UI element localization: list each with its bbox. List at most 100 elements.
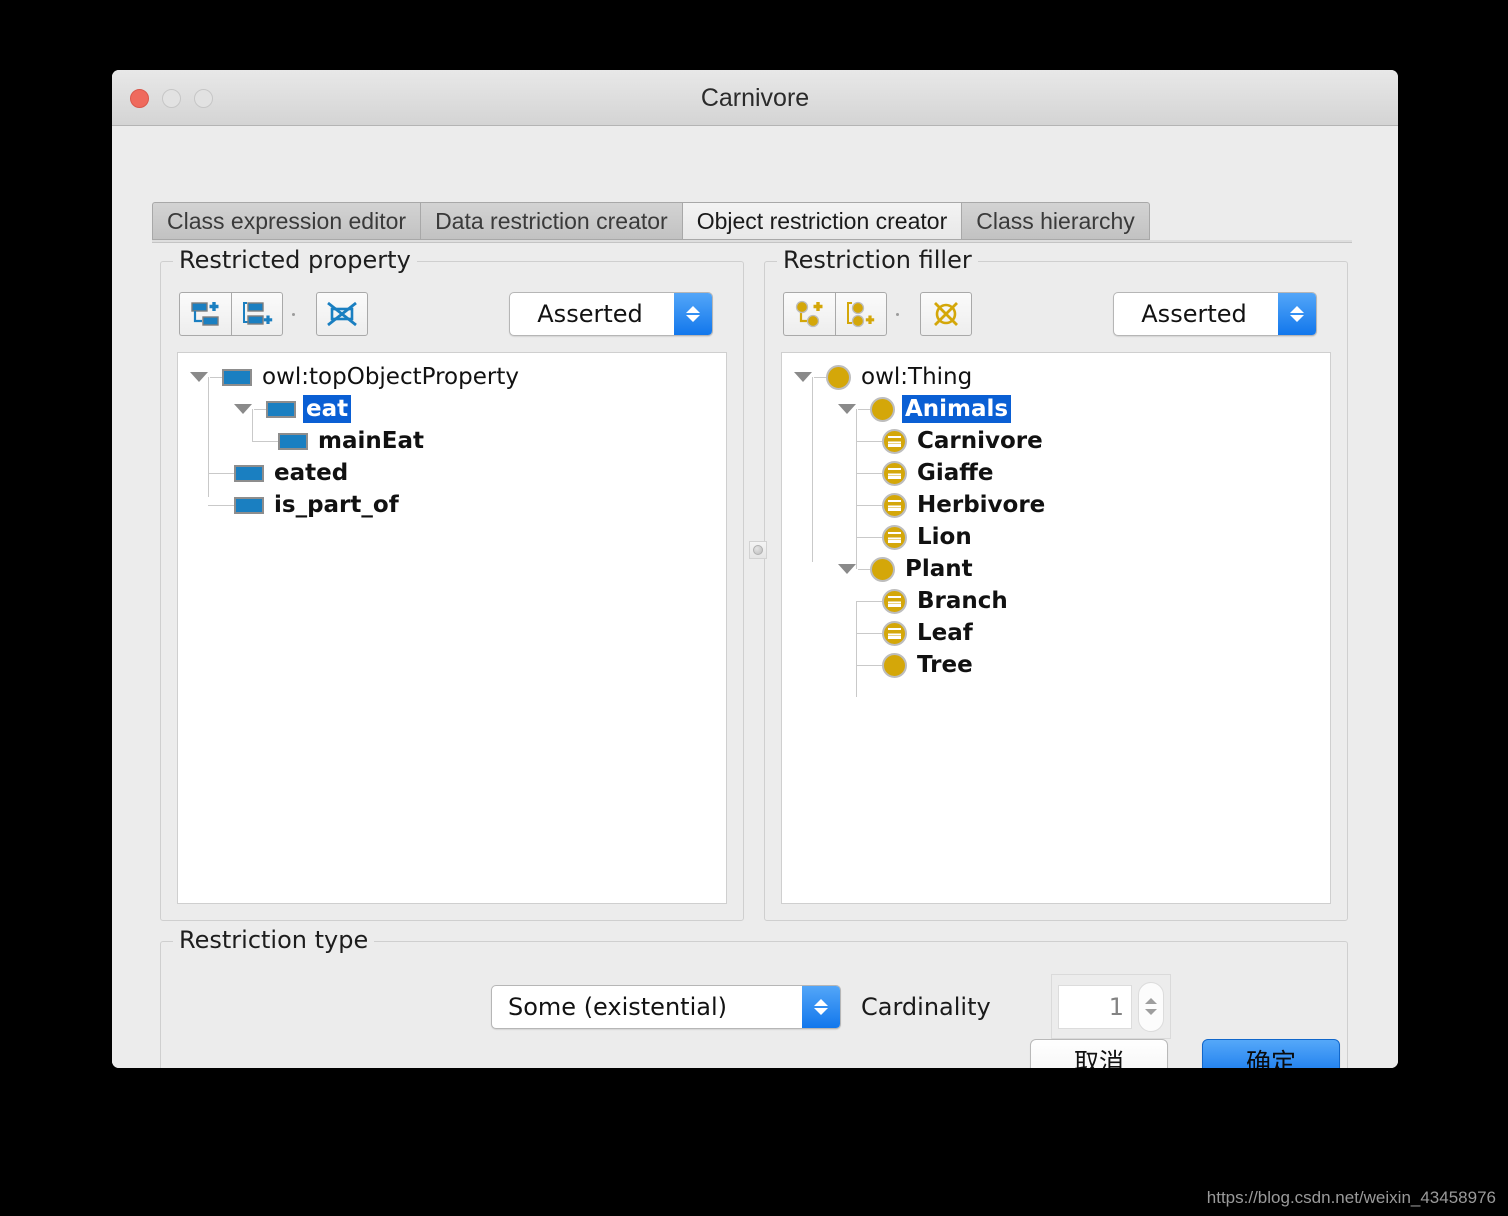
restriction-type-group: Restriction type Some (existential) Card…	[160, 926, 1348, 1068]
tree-item-owl-topobjectproperty[interactable]: owl:topObjectProperty	[178, 361, 726, 393]
object-property-icon	[222, 368, 252, 386]
tab-class-expression-editor[interactable]: Class expression editor	[152, 202, 421, 240]
cancel-button-label: 取消	[1073, 1048, 1124, 1068]
dialog-content: Class expression editor Data restriction…	[112, 126, 1398, 1068]
expand-triangle-icon[interactable]	[838, 404, 856, 414]
tab-data-restriction-creator[interactable]: Data restriction creator	[420, 202, 682, 240]
tree-item-owl-thing[interactable]: owl:Thing	[782, 361, 1330, 393]
add-sibling-property-icon	[243, 302, 273, 325]
tree-item-branch[interactable]: Branch	[782, 585, 1330, 617]
restriction-type-value: Some (existential)	[508, 993, 727, 1021]
tree-item-label: is_part_of	[274, 492, 399, 518]
tab-label: Class hierarchy	[976, 207, 1135, 234]
restricted-property-group: Restricted property Asserted owl:topObje…	[160, 246, 744, 921]
tab-bar: Class expression editor Data restriction…	[152, 202, 1352, 243]
tree-item-label: Branch	[917, 588, 1008, 614]
tree-item-maineat[interactable]: mainEat	[178, 425, 726, 457]
chevron-updown-icon[interactable]	[1278, 293, 1316, 335]
tree-item-eated[interactable]: eated	[178, 457, 726, 489]
filler-mode-combo[interactable]: Asserted	[1113, 292, 1317, 336]
title-bar: Carnivore	[112, 70, 1398, 126]
tree-item-leaf[interactable]: Leaf	[782, 617, 1330, 649]
chevron-updown-icon[interactable]	[674, 293, 712, 335]
cardinality-stepper[interactable]: 1	[1051, 974, 1171, 1039]
tree-item-carnivore[interactable]: Carnivore	[782, 425, 1330, 457]
tree-item-eat[interactable]: eat	[178, 393, 726, 425]
class-icon	[826, 364, 851, 390]
cardinality-step-buttons[interactable]	[1138, 981, 1164, 1032]
property-mode-value: Asserted	[537, 300, 643, 328]
tree-item-label: Animals	[902, 395, 1012, 423]
delete-class-button[interactable]	[920, 292, 972, 336]
tree-item-is-part-of[interactable]: is_part_of	[178, 489, 726, 521]
expand-triangle-icon[interactable]	[234, 404, 252, 414]
tree-item-label: Giaffe	[917, 460, 994, 486]
panel-splitter-handle[interactable]	[749, 541, 767, 559]
restriction-type-title: Restriction type	[173, 926, 375, 954]
tree-item-label: Tree	[917, 652, 973, 678]
object-property-icon	[266, 400, 296, 418]
add-sibling-class-button[interactable]	[835, 292, 887, 336]
tree-item-animals[interactable]: Animals	[782, 393, 1330, 425]
cancel-button[interactable]: 取消	[1030, 1039, 1168, 1068]
window-title: Carnivore	[700, 84, 810, 112]
defined-class-icon	[882, 460, 907, 486]
tree-item-label: Carnivore	[917, 428, 1043, 454]
cardinality-input[interactable]: 1	[1058, 984, 1132, 1029]
tab-class-hierarchy[interactable]: Class hierarchy	[961, 202, 1150, 240]
restricted-property-tree[interactable]: owl:topObjectProperty eat mainEat eated …	[177, 352, 727, 904]
defined-class-icon	[882, 588, 907, 614]
tree-item-giaffe[interactable]: Giaffe	[782, 457, 1330, 489]
restriction-type-combo[interactable]: Some (existential)	[491, 985, 841, 1029]
tree-item-lion[interactable]: Lion	[782, 521, 1330, 553]
add-subclass-icon	[795, 300, 822, 328]
defined-class-icon	[882, 492, 907, 518]
restriction-filler-title: Restriction filler	[777, 246, 978, 274]
tree-item-label: Lion	[917, 524, 972, 550]
add-subclass-button[interactable]	[783, 292, 835, 336]
defined-class-icon	[882, 620, 907, 646]
splitter-grip-icon	[753, 545, 763, 555]
add-sub-property-button[interactable]	[179, 292, 231, 336]
class-icon	[870, 396, 895, 422]
tree-item-label: eat	[303, 395, 352, 423]
filler-mode-value: Asserted	[1141, 300, 1247, 328]
delete-property-button[interactable]	[316, 292, 368, 336]
restriction-filler-tree[interactable]: owl:Thing Animals Carnivore Giaffe Herbi…	[781, 352, 1331, 904]
tree-item-label: Herbivore	[917, 492, 1046, 518]
watermark-text: https://blog.csdn.net/weixin_43458976	[1206, 1188, 1496, 1207]
delete-property-icon	[327, 301, 357, 327]
ok-button-label: 确定	[1245, 1048, 1296, 1068]
tab-label: Object restriction creator	[696, 207, 948, 234]
ok-button[interactable]: 确定	[1202, 1039, 1340, 1068]
tree-item-plant[interactable]: Plant	[782, 553, 1330, 585]
tree-item-label: owl:Thing	[861, 364, 973, 390]
restriction-filler-group: Restriction filler Asserted owl:Thing An…	[764, 246, 1348, 921]
add-sub-property-icon	[190, 302, 219, 326]
tree-item-herbivore[interactable]: Herbivore	[782, 489, 1330, 521]
expand-triangle-icon[interactable]	[794, 372, 812, 382]
cardinality-label: Cardinality	[861, 993, 991, 1021]
restricted-property-toolbar	[179, 292, 368, 336]
class-icon	[882, 652, 907, 678]
expand-triangle-icon[interactable]	[838, 564, 856, 574]
toolbar-separator-dot	[896, 312, 899, 316]
toolbar-separator-dot	[292, 312, 295, 316]
class-icon	[870, 556, 895, 582]
restricted-property-title: Restricted property	[173, 246, 417, 274]
step-down-icon[interactable]	[1145, 1009, 1157, 1015]
restriction-filler-toolbar	[783, 292, 972, 336]
property-mode-combo[interactable]: Asserted	[509, 292, 713, 336]
dialog-window: Carnivore Class expression editor Data r…	[112, 70, 1398, 1068]
add-sibling-property-button[interactable]	[231, 292, 283, 336]
defined-class-icon	[882, 428, 907, 454]
tree-item-label: eated	[274, 460, 349, 486]
tab-underline	[152, 240, 1352, 243]
tab-object-restriction-creator[interactable]: Object restriction creator	[681, 202, 962, 240]
add-sibling-class-icon	[847, 301, 875, 328]
tree-item-tree[interactable]: Tree	[782, 649, 1330, 681]
delete-class-icon	[934, 302, 958, 326]
chevron-updown-icon[interactable]	[802, 986, 840, 1028]
expand-triangle-icon[interactable]	[190, 372, 208, 382]
step-up-icon[interactable]	[1145, 998, 1157, 1004]
